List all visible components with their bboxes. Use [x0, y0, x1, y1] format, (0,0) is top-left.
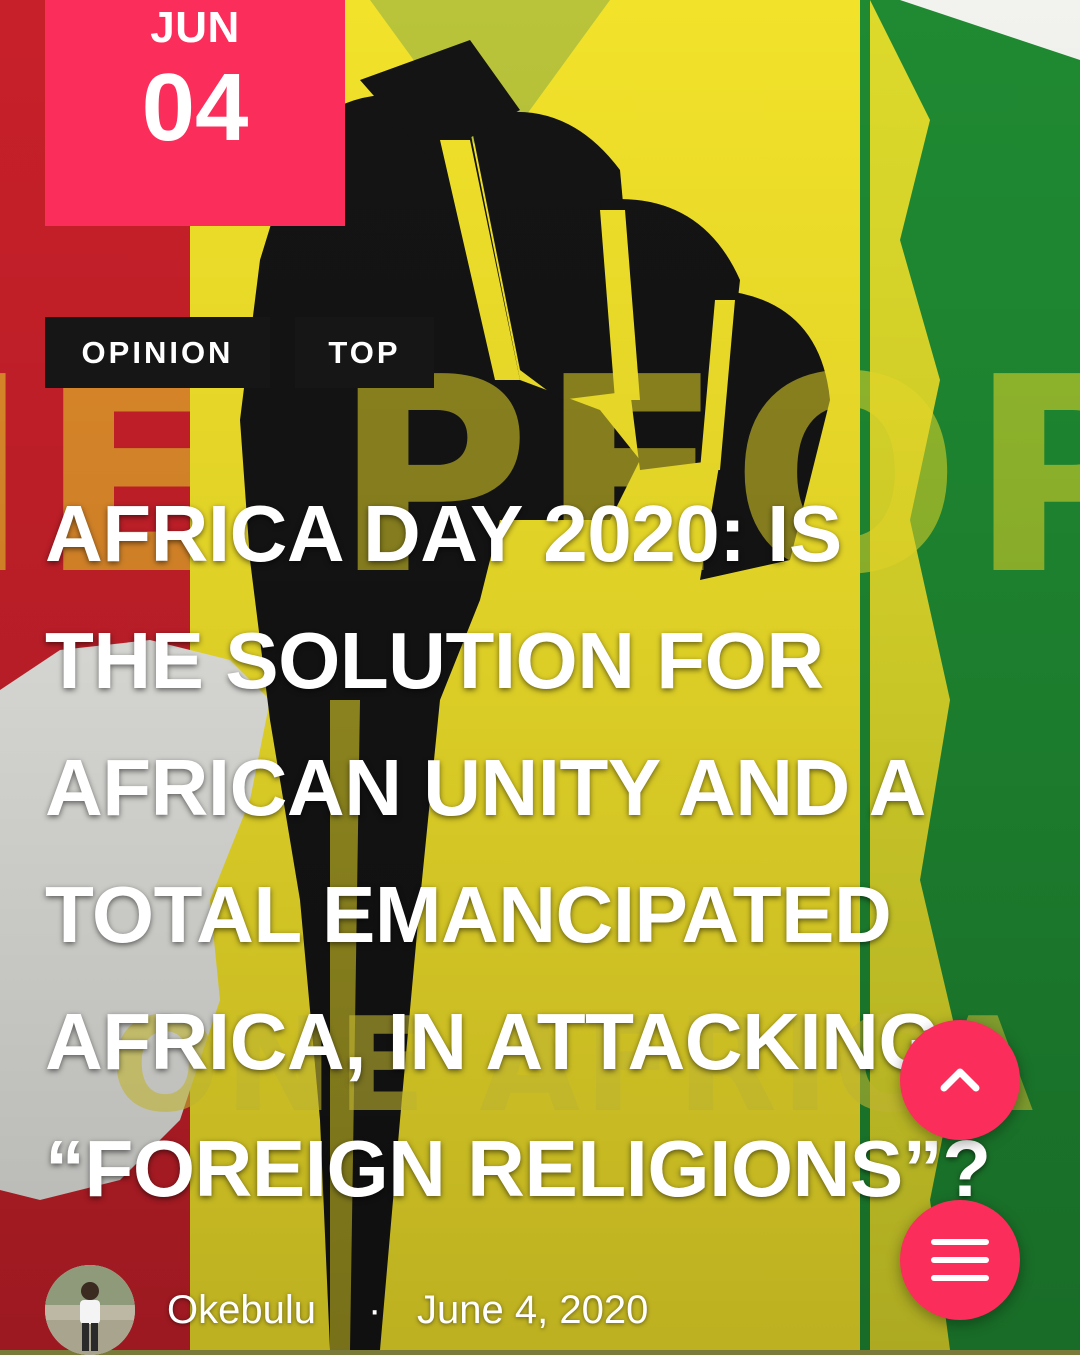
menu-button[interactable] — [900, 1200, 1020, 1320]
post-title-line: “FOREIGN RELIGIONS”? — [45, 1124, 991, 1213]
author-avatar[interactable] — [45, 1265, 135, 1355]
category-tag-top[interactable]: TOP — [295, 317, 434, 388]
post-title-line: AFRICA, IN ATTACKING — [45, 997, 941, 1086]
post-title-line: AFRICA DAY 2020: IS — [45, 489, 842, 578]
date-badge: JUN 04 — [45, 0, 345, 226]
post-title-line: TOTAL EMANCIPATED — [45, 870, 892, 959]
date-day: 04 — [141, 54, 249, 161]
scroll-to-top-button[interactable] — [900, 1020, 1020, 1140]
author-link[interactable]: Okebulu — [167, 1285, 316, 1335]
post-title[interactable]: AFRICA DAY 2020: IS THE SOLUTION FOR AFR… — [45, 470, 1045, 1232]
date-month: JUN — [150, 3, 240, 52]
hamburger-menu-icon — [931, 1239, 989, 1281]
post-title-line: THE SOLUTION FOR — [45, 616, 824, 705]
avatar-photo — [45, 1265, 135, 1355]
category-tag-opinion[interactable]: OPINION — [45, 317, 270, 388]
chevron-up-icon — [940, 1068, 980, 1092]
post-title-line: AFRICAN UNITY AND A — [45, 743, 926, 832]
post-date[interactable]: June 4, 2020 — [417, 1285, 648, 1335]
meta-separator: · — [368, 1288, 382, 1332]
